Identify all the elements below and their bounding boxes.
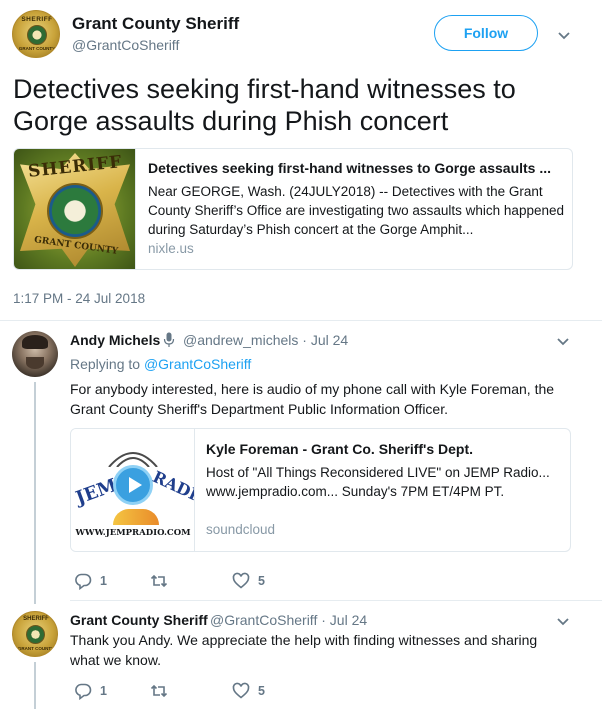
link-card[interactable]: SHERIFF GRANT COUNTY Detectives seeking …	[13, 148, 573, 270]
reply-text: For anybody interested, here is audio of…	[70, 381, 555, 417]
reply-button[interactable]: 1	[74, 572, 107, 590]
tweet-timestamp[interactable]: 1:17 PM - 24 Jul 2018	[13, 291, 145, 306]
reply-button[interactable]: 1	[74, 682, 107, 700]
avatar-beard	[26, 357, 44, 369]
card-image-text-right: RADIO	[149, 466, 195, 511]
card-image: JEMP RADIO WWW.JEMPRADIO.COM	[71, 429, 195, 551]
reply-author-name[interactable]: Andy Michels	[70, 332, 160, 348]
seal-icon	[27, 25, 47, 45]
retweet-button[interactable]	[150, 682, 176, 700]
thread-line	[34, 382, 36, 604]
card-title: Kyle Foreman - Grant Co. Sheriff's Dept.	[206, 441, 474, 457]
reply-author-handle[interactable]: @GrantCoSheriff	[210, 612, 317, 628]
retweet-icon	[150, 574, 168, 588]
avatar[interactable]	[12, 331, 58, 377]
reply-author-handle[interactable]: @andrew_michels	[183, 332, 298, 348]
card-description: Near GEORGE, Wash. (24JULY2018) -- Detec…	[148, 184, 564, 237]
retweet-button[interactable]	[150, 572, 176, 590]
card-description: Host of "All Things Reconsidered LIVE" o…	[206, 465, 550, 499]
replying-prefix: Replying to	[70, 356, 141, 372]
chevron-down-icon[interactable]	[557, 28, 571, 42]
seal-icon	[26, 625, 45, 644]
like-count: 5	[258, 684, 265, 698]
reply-icon	[75, 573, 92, 590]
avatar-text-bottom: GRANT COUNTY	[18, 46, 56, 51]
avatar-text-top: SHERIFF	[23, 616, 49, 622]
divider	[0, 320, 602, 321]
reply-meta[interactable]: @andrew_michels · Jul 24	[183, 332, 348, 348]
replying-mention-link[interactable]: @GrantCoSheriff	[144, 356, 251, 372]
avatar[interactable]: SHERIFF GRANT COUNTY	[12, 10, 60, 58]
retweet-icon	[150, 684, 168, 698]
avatar-text-bottom: GRANT COUNTY	[17, 646, 55, 651]
avatar-text-top: SHERIFF	[21, 16, 53, 23]
chevron-down-icon[interactable]	[556, 614, 570, 628]
card-title: Detectives seeking first-hand witnesses …	[148, 160, 552, 176]
reply-date[interactable]: · Jul 24	[321, 612, 367, 628]
like-button[interactable]: 5	[232, 572, 265, 590]
replying-to: Replying to @GrantCoSheriff	[70, 356, 251, 372]
follow-button[interactable]: Follow	[434, 15, 538, 51]
like-button[interactable]: 5	[232, 682, 265, 700]
thread-line	[34, 662, 36, 709]
author-name[interactable]: Grant County Sheriff	[72, 14, 239, 34]
avatar-hair	[22, 335, 48, 349]
reply-count: 1	[100, 574, 107, 588]
author-handle[interactable]: @GrantCoSheriff	[72, 37, 179, 53]
reply-date[interactable]: · Jul 24	[302, 332, 348, 348]
heart-icon	[232, 682, 250, 699]
heart-icon	[232, 572, 250, 589]
seal-icon	[47, 183, 103, 239]
card-image: SHERIFF GRANT COUNTY	[14, 149, 136, 269]
reply-text: Thank you Andy. We appreciate the help w…	[70, 632, 538, 668]
card-image-url-text: WWW.JEMPRADIO.COM	[75, 528, 191, 538]
reply-author-name[interactable]: Grant County Sheriff	[70, 612, 208, 628]
card-domain: soundcloud	[206, 522, 276, 537]
chevron-down-icon[interactable]	[556, 334, 570, 348]
divider	[70, 600, 602, 601]
reply-icon	[75, 683, 92, 700]
card-domain: nixle.us	[148, 241, 194, 256]
sun-icon	[113, 509, 159, 525]
reply-meta[interactable]: @GrantCoSheriff · Jul 24	[210, 612, 367, 628]
radio-waves-icon	[108, 452, 158, 467]
avatar[interactable]: SHERIFF GRANT COUNTY	[12, 611, 58, 657]
tweet-header: SHERIFF GRANT COUNTY Grant County Sherif…	[12, 10, 590, 60]
play-icon	[113, 465, 153, 505]
reply-count: 1	[100, 684, 107, 698]
like-count: 5	[258, 574, 265, 588]
tweet-text: Detectives seeking first-hand witnesses …	[13, 74, 516, 136]
link-card[interactable]: JEMP RADIO WWW.JEMPRADIO.COM Kyle Forema…	[70, 428, 571, 552]
microphone-icon	[163, 332, 175, 347]
